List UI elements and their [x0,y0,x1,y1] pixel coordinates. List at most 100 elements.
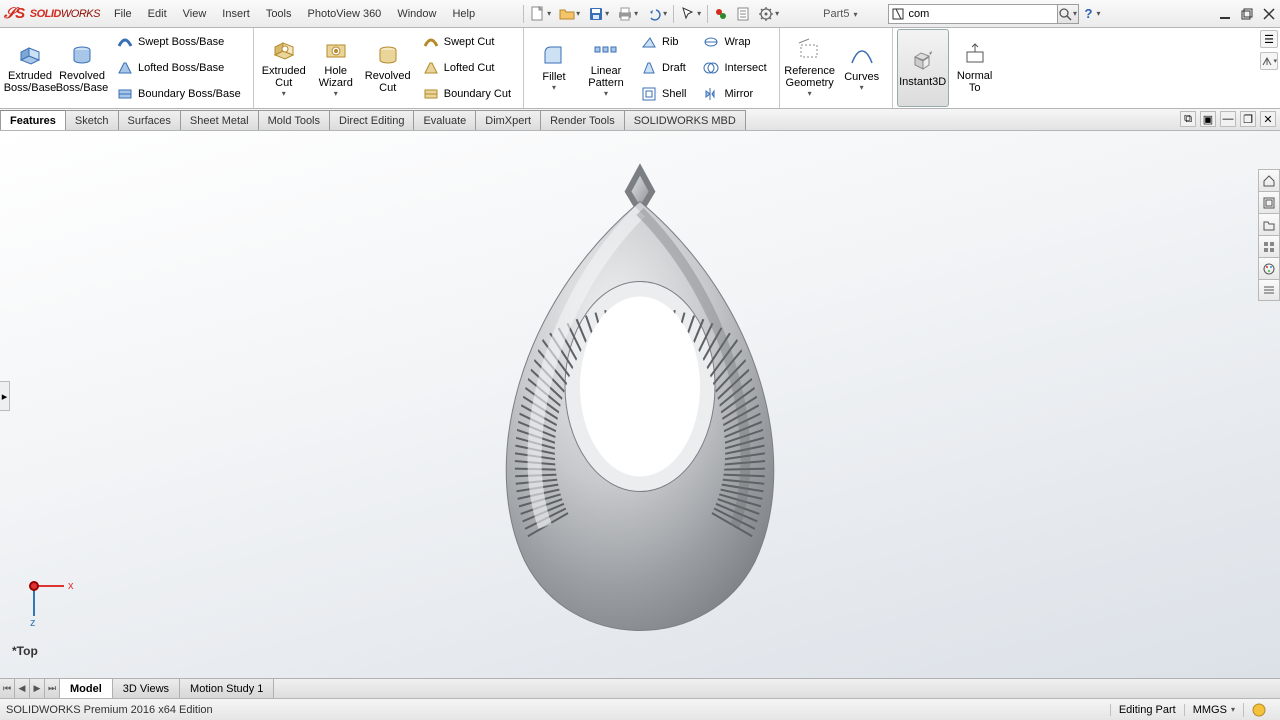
appearances-icon[interactable] [1258,257,1280,279]
file-properties-button[interactable] [732,3,754,25]
pane-popout-icon[interactable]: ▣ [1200,111,1216,127]
pane-expand-icon[interactable]: ⧉ [1180,111,1196,127]
task-pane [1258,169,1280,301]
ribbon-menu-icon[interactable]: ☰ [1260,30,1278,48]
file-explorer-icon[interactable] [1258,213,1280,235]
instant3d-button[interactable]: Instant3D [897,29,949,107]
boundary-cut-icon [422,85,440,103]
tab-sheet-metal[interactable]: Sheet Metal [180,110,259,130]
open-button[interactable]: ▾ [555,3,584,25]
reference-group: Reference Geometry▾ Curves▾ [780,28,893,108]
save-button[interactable]: ▾ [584,3,613,25]
tab-evaluate[interactable]: Evaluate [413,110,476,130]
undo-button[interactable]: ▾ [642,3,671,25]
doc-minimize-icon[interactable]: — [1220,111,1236,127]
custom-properties-icon[interactable] [1258,279,1280,301]
search-button[interactable]: ▾ [1057,4,1079,24]
print-button[interactable]: ▾ [613,3,642,25]
boundary-cut-button[interactable]: Boundary Cut [417,82,516,106]
tab-mold-tools[interactable]: Mold Tools [258,110,330,130]
tab-last-icon[interactable]: ⏭ [45,679,60,698]
intersect-button[interactable]: Intersect [697,56,771,80]
options-button[interactable]: ▾ [754,3,783,25]
rib-button[interactable]: Rib [635,30,691,54]
status-units[interactable]: MMGS ▾ [1184,704,1243,716]
shell-button[interactable]: Shell [635,82,691,106]
rib-icon [640,33,658,51]
status-warning-icon[interactable] [1243,703,1274,717]
tab-motion-study[interactable]: Motion Study 1 [180,679,274,698]
new-button[interactable]: ▾ [526,3,555,25]
rebuild-button[interactable] [710,3,732,25]
normal-to-icon [962,42,988,68]
fillet-button[interactable]: Fillet▾ [528,29,580,107]
help-button[interactable]: ? ▾ [1085,6,1101,21]
search-box[interactable] [888,4,1058,24]
revolved-cut-button[interactable]: Revolved Cut [362,29,414,107]
bottom-tabs: ⏮ ◀ ▶ ⏭ Model 3D Views Motion Study 1 [0,678,1280,698]
tab-sketch[interactable]: Sketch [65,110,119,130]
linear-pattern-button[interactable]: Linear Pattern▾ [580,29,632,107]
design-library-icon[interactable] [1258,191,1280,213]
hole-wizard-button[interactable]: Hole Wizard▾ [310,29,362,107]
tab-surfaces[interactable]: Surfaces [118,110,181,130]
graphics-viewport[interactable]: ▸ [0,131,1280,698]
mirror-button[interactable]: Mirror [697,82,771,106]
doc-restore-icon[interactable]: ❐ [1240,111,1256,127]
tab-features[interactable]: Features [0,110,66,130]
draft-button[interactable]: Draft [635,56,691,80]
normal-to-button[interactable]: Normal To [949,29,1001,107]
features-group: Fillet▾ Linear Pattern▾ Rib Draft Shell … [524,28,780,108]
menu-file[interactable]: File [106,0,140,27]
wrap-icon [702,33,720,51]
boundary-boss-icon [116,85,134,103]
select-button[interactable]: ▾ [676,3,705,25]
swept-boss-button[interactable]: Swept Boss/Base [111,30,246,54]
lofted-boss-button[interactable]: Lofted Boss/Base [111,56,246,80]
search-input[interactable] [907,8,1057,20]
tab-model[interactable]: Model [60,679,113,698]
doc-close-icon[interactable]: ✕ [1260,111,1276,127]
tab-next-icon[interactable]: ▶ [30,679,45,698]
tab-direct-editing[interactable]: Direct Editing [329,110,414,130]
window-controls [1214,0,1280,27]
svg-text:z: z [30,617,36,629]
status-editing: Editing Part [1110,704,1184,716]
menu-edit[interactable]: Edit [140,0,175,27]
feature-tree-flyout[interactable]: ▸ [0,381,10,411]
curves-button[interactable]: Curves▾ [836,29,888,107]
reference-geometry-button[interactable]: Reference Geometry▾ [784,29,836,107]
pin-icon[interactable] [487,0,503,27]
menu-view[interactable]: View [175,0,215,27]
boss-base-group: Extruded Boss/Base Revolved Boss/Base Sw… [0,28,254,108]
swept-cut-button[interactable]: Swept Cut [417,30,516,54]
tab-prev-icon[interactable]: ◀ [15,679,30,698]
tab-3d-views[interactable]: 3D Views [113,679,180,698]
tab-first-icon[interactable]: ⏮ [0,679,15,698]
menu-help[interactable]: Help [444,0,483,27]
menu-window[interactable]: Window [389,0,444,27]
close-button[interactable] [1258,0,1280,27]
tab-dimxpert[interactable]: DimXpert [475,110,541,130]
tab-render-tools[interactable]: Render Tools [540,110,625,130]
menu-tools[interactable]: Tools [258,0,300,27]
view-palette-icon[interactable] [1258,235,1280,257]
restore-button[interactable] [1236,0,1258,27]
boundary-boss-button[interactable]: Boundary Boss/Base [111,82,246,106]
revolved-boss-button[interactable]: Revolved Boss/Base [56,29,108,107]
document-name: Part5 ▾ [823,8,857,20]
tab-solidworks-mbd[interactable]: SOLIDWORKS MBD [624,110,746,130]
shell-icon [640,85,658,103]
wrap-button[interactable]: Wrap [697,30,771,54]
lofted-cut-button[interactable]: Lofted Cut [417,56,516,80]
extruded-cut-button[interactable]: Extruded Cut▾ [258,29,310,107]
menu-photoview360[interactable]: PhotoView 360 [300,0,390,27]
orientation-icon[interactable]: ▾ [1260,52,1278,70]
intersect-icon [702,59,720,77]
minimize-button[interactable] [1214,0,1236,27]
home-icon[interactable] [1258,169,1280,191]
menu-insert[interactable]: Insert [214,0,258,27]
orientation-triad[interactable]: x z [24,576,79,634]
hole-wizard-icon [323,37,349,63]
extruded-boss-button[interactable]: Extruded Boss/Base [4,29,56,107]
